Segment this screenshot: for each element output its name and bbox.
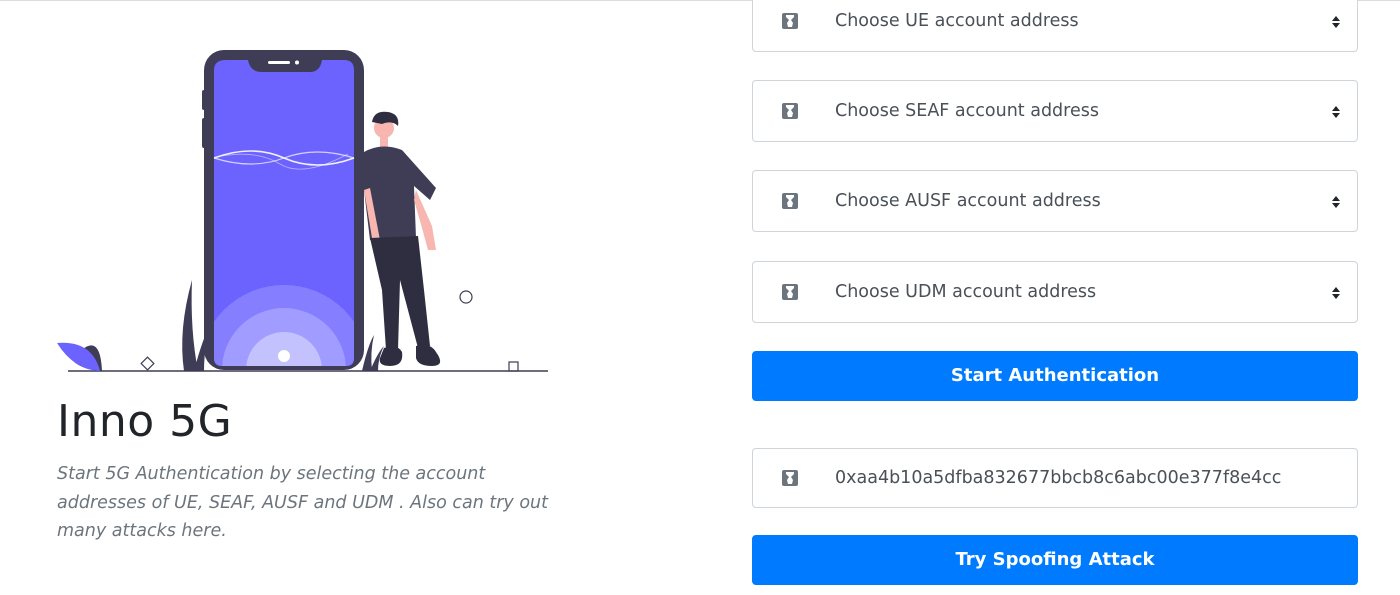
key-icon xyxy=(781,12,799,30)
ausf-account-select[interactable]: Choose AUSF account address xyxy=(752,170,1358,232)
ue-select-value: Choose UE account address xyxy=(835,11,1079,31)
select-caret-icon xyxy=(1331,14,1341,28)
try-spoofing-attack-button[interactable]: Try Spoofing Attack xyxy=(752,535,1358,585)
ue-account-select[interactable]: Choose UE account address xyxy=(752,0,1358,52)
key-icon xyxy=(781,102,799,120)
hero-illustration xyxy=(52,40,552,380)
key-icon xyxy=(781,469,799,487)
seaf-select-value: Choose SEAF account address xyxy=(835,101,1099,121)
address-input[interactable]: 0xaa4b10a5dfba832677bbcb8c6abc00e377f8e4… xyxy=(752,448,1358,508)
udm-select-value: Choose UDM account address xyxy=(835,282,1097,302)
address-input-value: 0xaa4b10a5dfba832677bbcb8c6abc00e377f8e4… xyxy=(835,468,1282,488)
udm-account-select[interactable]: Choose UDM account address xyxy=(752,261,1358,323)
select-caret-icon xyxy=(1331,104,1341,118)
page-description: Start 5G Authentication by selecting the… xyxy=(57,464,549,541)
select-caret-icon xyxy=(1331,285,1341,299)
select-caret-icon xyxy=(1331,194,1341,208)
seaf-account-select[interactable]: Choose SEAF account address xyxy=(752,80,1358,142)
start-authentication-button[interactable]: Start Authentication xyxy=(752,351,1358,401)
ausf-select-value: Choose AUSF account address xyxy=(835,191,1101,211)
key-icon xyxy=(781,283,799,301)
key-icon xyxy=(781,192,799,210)
page-title: Inno 5G xyxy=(57,396,233,447)
